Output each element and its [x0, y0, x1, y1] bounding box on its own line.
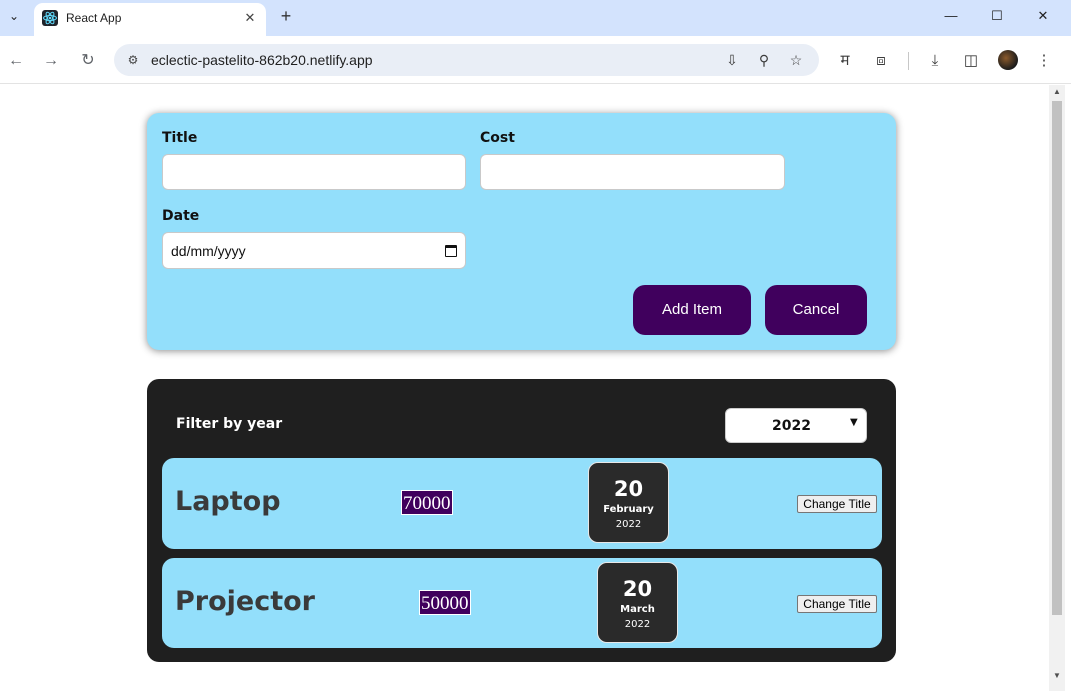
reload-icon[interactable]: ↻: [77, 50, 99, 72]
browser-tab-strip: ⌄ React App ✕ + — ☐ ✕: [0, 0, 1071, 36]
calendar-icon[interactable]: [445, 244, 457, 257]
change-title-button[interactable]: Change Title: [797, 595, 877, 613]
chevron-down-icon[interactable]: ⌄: [3, 5, 25, 27]
chevron-down-icon: ▼: [850, 417, 858, 428]
expense-amount: 50000: [419, 590, 471, 615]
star-icon[interactable]: ☆: [786, 50, 806, 70]
expense-date-year: 2022: [624, 619, 651, 630]
expense-date: 20 February 2022: [588, 462, 669, 543]
translate-icon[interactable]: म: [834, 50, 856, 72]
date-input[interactable]: dd/mm/yyyy: [162, 232, 466, 269]
scroll-down-icon[interactable]: ▼: [1049, 669, 1065, 683]
new-expense-form: Title Cost Date dd/mm/yyyy Add Item Canc…: [147, 113, 896, 350]
scroll-up-icon[interactable]: ▲: [1049, 85, 1065, 99]
expense-item: Projector 50000 20 March 2022 Change Tit…: [162, 558, 882, 648]
forward-arrow-icon[interactable]: →: [40, 50, 62, 72]
address-bar[interactable]: ⚙ eclectic-pastelito-862b20.netlify.app …: [114, 44, 819, 76]
expense-title: Laptop: [175, 486, 281, 517]
cost-label: Cost: [480, 130, 515, 146]
date-label: Date: [162, 208, 200, 224]
expense-date: 20 March 2022: [597, 562, 678, 643]
expense-amount: 70000: [401, 490, 453, 515]
expense-date-month: February: [603, 504, 654, 515]
browser-toolbar: ← → ↻ ⚙ eclectic-pastelito-862b20.netlif…: [0, 36, 1071, 84]
kebab-menu-icon[interactable]: ⋮: [1033, 50, 1055, 72]
expense-title: Projector: [175, 586, 315, 617]
filter-label: Filter by year: [176, 416, 283, 432]
expenses-panel: Filter by year 2022 ▼ Laptop 70000 20 Fe…: [147, 379, 896, 662]
avatar[interactable]: [998, 50, 1018, 70]
cost-input[interactable]: [480, 154, 785, 190]
toolbar-divider: [908, 52, 909, 70]
page-scrollbar[interactable]: ▲ ▼: [1049, 85, 1065, 691]
expense-item: Laptop 70000 20 February 2022 Change Tit…: [162, 458, 882, 549]
date-placeholder: dd/mm/yyyy: [171, 242, 246, 259]
title-label: Title: [162, 130, 198, 146]
minimize-icon[interactable]: —: [941, 6, 961, 26]
title-input[interactable]: [162, 154, 466, 190]
add-item-button[interactable]: Add Item: [633, 285, 751, 335]
expense-date-month: March: [620, 604, 655, 615]
maximize-icon[interactable]: ☐: [987, 6, 1007, 26]
download-icon[interactable]: ⤓: [924, 50, 946, 72]
back-arrow-icon[interactable]: ←: [5, 50, 27, 72]
react-logo-icon: [42, 10, 58, 26]
tab-title: React App: [66, 11, 122, 25]
install-app-icon[interactable]: ⇩: [722, 50, 742, 70]
side-panel-icon[interactable]: ◫: [960, 50, 982, 72]
expense-date-year: 2022: [615, 519, 642, 530]
expense-date-day: 20: [622, 577, 653, 601]
expense-date-day: 20: [613, 477, 644, 501]
change-title-button[interactable]: Change Title: [797, 495, 877, 513]
scroll-thumb[interactable]: [1052, 101, 1062, 615]
url-text[interactable]: eclectic-pastelito-862b20.netlify.app: [151, 52, 373, 68]
puzzle-icon[interactable]: ⧈: [870, 50, 892, 72]
year-filter-select[interactable]: 2022 ▼: [725, 408, 867, 443]
close-icon[interactable]: ✕: [241, 9, 259, 27]
browser-tab[interactable]: React App ✕: [34, 3, 266, 36]
site-info-icon[interactable]: ⚙: [124, 51, 142, 69]
new-tab-icon[interactable]: +: [276, 6, 296, 26]
window-close-icon[interactable]: ✕: [1033, 6, 1053, 26]
year-filter-value: 2022: [772, 418, 811, 434]
cancel-button[interactable]: Cancel: [765, 285, 867, 335]
zoom-icon[interactable]: ⚲: [754, 50, 774, 70]
